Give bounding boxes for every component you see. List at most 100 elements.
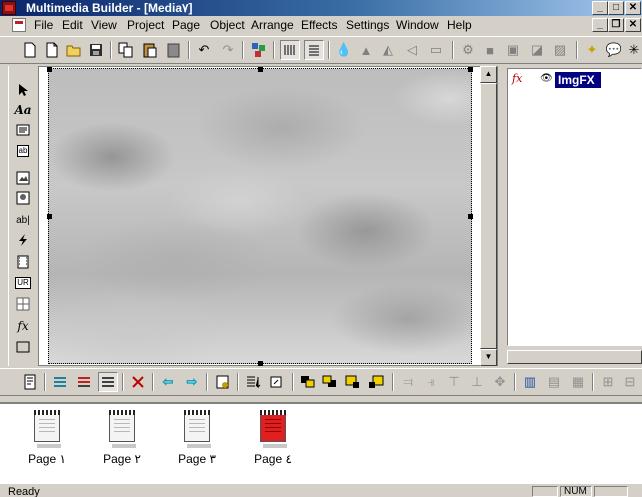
menu-page[interactable]: Page: [172, 18, 200, 32]
layer-front-icon[interactable]: [50, 372, 70, 392]
button-icon[interactable]: ab: [13, 141, 33, 161]
resize-handle[interactable]: [468, 214, 473, 219]
fx-icon[interactable]: fx: [13, 316, 33, 336]
menu-view[interactable]: View: [91, 18, 117, 32]
align-icon[interactable]: ▲: [356, 40, 376, 60]
page-thumbnail-active[interactable]: Page ٤: [238, 410, 308, 472]
object-row[interactable]: fx 👁 ImgFX: [510, 72, 642, 88]
align-left-icon[interactable]: ⫤: [398, 372, 418, 392]
scroll-down-icon[interactable]: ▼: [480, 349, 497, 366]
url-icon[interactable]: UR: [13, 273, 33, 293]
rectangle-icon[interactable]: [13, 337, 33, 357]
mdi-minimize-button[interactable]: _: [592, 18, 608, 32]
menu-edit[interactable]: Edit: [62, 18, 83, 32]
menu-help[interactable]: Help: [447, 18, 472, 32]
star-icon[interactable]: ✳: [624, 40, 642, 60]
bring-front-icon[interactable]: [298, 372, 318, 392]
maximize-button[interactable]: □: [608, 1, 624, 15]
open-icon[interactable]: [64, 40, 84, 60]
text-icon[interactable]: Aa: [13, 100, 33, 120]
resize-handle[interactable]: [468, 67, 473, 72]
app-icon[interactable]: [2, 1, 16, 15]
canvas-vscroll[interactable]: ▲ ▼: [480, 66, 497, 366]
prev-page-icon[interactable]: ⇦: [158, 372, 178, 392]
objects-hscroll[interactable]: [507, 350, 642, 364]
layer-back-icon[interactable]: [74, 372, 94, 392]
delete-icon[interactable]: [128, 372, 148, 392]
same-width-icon[interactable]: ⊞: [598, 372, 618, 392]
menu-arrange[interactable]: Arrange: [251, 18, 294, 32]
pointer-icon[interactable]: [13, 80, 33, 100]
gif-icon[interactable]: [13, 230, 33, 250]
paste-special-icon[interactable]: [164, 40, 184, 60]
redo-icon[interactable]: ↷: [218, 40, 238, 60]
next-page-icon[interactable]: ⇨: [182, 372, 202, 392]
square-icon[interactable]: ■: [480, 40, 500, 60]
close-button[interactable]: ✕: [625, 1, 641, 15]
menu-settings[interactable]: Settings: [346, 18, 389, 32]
page-thumbnail[interactable]: Page ٣: [162, 410, 232, 472]
wand-icon[interactable]: ✦: [582, 40, 602, 60]
menu-window[interactable]: Window: [396, 18, 439, 32]
layers-icon[interactable]: [304, 40, 324, 60]
new-page-icon[interactable]: [42, 40, 62, 60]
menu-project[interactable]: Project: [127, 18, 164, 32]
minimize-button[interactable]: _: [592, 1, 608, 15]
send-back-icon[interactable]: [320, 372, 340, 392]
imgfx-object[interactable]: [48, 68, 472, 364]
menu-object[interactable]: Object: [210, 18, 245, 32]
center-icon[interactable]: ✥: [490, 372, 510, 392]
distribute-v-icon[interactable]: ▤: [544, 372, 564, 392]
video-icon[interactable]: [13, 252, 33, 272]
paste-icon[interactable]: [140, 40, 160, 60]
object-label[interactable]: ImgFX: [555, 72, 601, 88]
page-thumbnail[interactable]: Page ١: [12, 410, 82, 472]
gear-icon[interactable]: ⚙: [458, 40, 478, 60]
copy-icon[interactable]: [116, 40, 136, 60]
export-icon[interactable]: ▭: [426, 40, 446, 60]
layer-list-icon[interactable]: [98, 372, 118, 392]
resize-handle[interactable]: [258, 67, 263, 72]
resize-handle[interactable]: [47, 67, 52, 72]
group-icon[interactable]: [249, 40, 269, 60]
mdi-restore-button[interactable]: ❐: [608, 18, 624, 32]
sort-down-icon[interactable]: [243, 372, 263, 392]
scroll-up-icon[interactable]: ▲: [480, 66, 497, 83]
save-icon[interactable]: [86, 40, 106, 60]
image-icon[interactable]: [13, 168, 33, 188]
paragraph-icon[interactable]: [13, 120, 33, 140]
same-size-icon[interactable]: ▦: [568, 372, 588, 392]
input-text-icon[interactable]: ab|: [13, 210, 33, 230]
new-icon[interactable]: [20, 40, 40, 60]
align-center-icon[interactable]: ⫣: [421, 372, 441, 392]
document-icon[interactable]: [12, 18, 26, 32]
grid-tool-icon[interactable]: [13, 294, 33, 314]
scroll-thumb[interactable]: [480, 83, 497, 349]
page-thumbnail[interactable]: Page ٢: [87, 410, 157, 472]
distribute-h-icon[interactable]: ▥: [520, 372, 540, 392]
frame-icon[interactable]: ▣: [503, 40, 523, 60]
arrow-left-icon[interactable]: ◁: [402, 40, 422, 60]
bitmap-button-icon[interactable]: [13, 188, 33, 208]
fill-icon[interactable]: ◪: [527, 40, 547, 60]
visibility-eye-icon[interactable]: 👁: [540, 73, 553, 85]
align-bottom-icon[interactable]: ⊥: [467, 372, 487, 392]
resize-handle[interactable]: [258, 361, 263, 366]
align-top-icon[interactable]: ⊤: [444, 372, 464, 392]
flip-icon[interactable]: ◭: [378, 40, 398, 60]
bring-forward-icon[interactable]: [343, 372, 363, 392]
bubble-icon[interactable]: 💬: [604, 40, 624, 60]
sort-up-icon[interactable]: [267, 372, 287, 392]
menu-file[interactable]: File: [34, 18, 53, 32]
grid-icon[interactable]: [280, 40, 300, 60]
page-props-icon[interactable]: [20, 372, 40, 392]
mdi-close-button[interactable]: ✕: [625, 18, 641, 32]
same-height-icon[interactable]: ⊟: [620, 372, 640, 392]
undo-icon[interactable]: ↶: [194, 40, 214, 60]
script-icon[interactable]: [213, 372, 233, 392]
send-backward-icon[interactable]: [366, 372, 386, 392]
image-icon[interactable]: ▨: [550, 40, 570, 60]
resize-handle[interactable]: [47, 214, 52, 219]
menu-effects[interactable]: Effects: [301, 18, 337, 32]
drop-icon[interactable]: 💧: [334, 40, 354, 60]
